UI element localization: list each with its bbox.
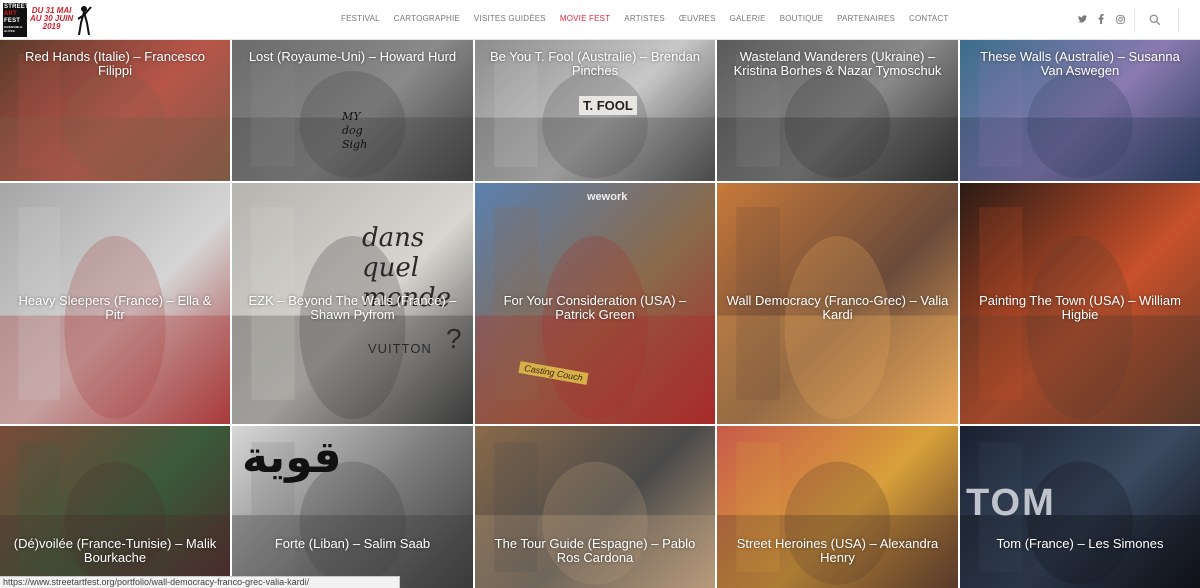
- artwork-text: قوية: [242, 432, 342, 483]
- film-title: Wall Democracy (Franco-Grec) – Valia Kar…: [726, 293, 949, 322]
- logo-line-fest: FEST: [4, 18, 21, 24]
- film-title: Painting The Town (USA) – William Higbie: [979, 293, 1181, 322]
- film-title: (Dé)voilée (France-Tunisie) – Malik Bour…: [13, 536, 217, 565]
- film-tile[interactable]: wework Casting Couch For Your Consideratio…: [475, 183, 715, 424]
- film-title: Forte (Liban) – Salim Saab: [274, 536, 431, 551]
- film-tile[interactable]: Heavy Sleepers (France) – Ella & Pitr: [0, 183, 230, 424]
- artwork-text: ?: [446, 323, 462, 354]
- film-title: Street Heroines (USA) – Alexandra Henry: [736, 536, 939, 565]
- film-tile[interactable]: قوية Forte (Liban) – Salim Saab: [232, 426, 473, 588]
- film-tile[interactable]: These Walls (Australie) – Susanna Van As…: [960, 40, 1200, 181]
- logo-line-art: ART: [4, 11, 17, 17]
- instagram-icon[interactable]: [1115, 13, 1125, 25]
- artwork-text: MY dog Sigh: [342, 110, 368, 151]
- nav-item-uvres[interactable]: ŒUVRES: [679, 14, 716, 24]
- facebook-icon[interactable]: [1096, 13, 1106, 25]
- browser-status-url: https://www.streetartfest.org/portfolio/…: [0, 576, 400, 588]
- header-divider: [1178, 8, 1179, 32]
- logo-line-street: STREET: [4, 4, 29, 10]
- logo-year: 2019: [42, 22, 61, 31]
- film-tile[interactable]: dans quel monde VUITTON? EZK – Beyond The …: [232, 183, 473, 424]
- film-tile[interactable]: TOM Tom (France) – Les Simones: [960, 426, 1200, 588]
- film-title: The Tour Guide (Espagne) – Pablo Ros Car…: [494, 536, 696, 565]
- nav-item-artistes[interactable]: ARTISTES: [624, 14, 665, 24]
- film-title: Be You T. Fool (Australie) – Brendan Pin…: [489, 49, 701, 78]
- artwork-text: VUITTON: [368, 341, 432, 356]
- film-title: Lost (Royaume-Uni) – Howard Hurd: [248, 49, 457, 64]
- logo-badge: STREET ART FEST GRENOBLE ALPES: [3, 3, 29, 37]
- social-links: [1077, 13, 1125, 25]
- logo-dates: DU 31 MAI AU 30 JUIN 2019: [30, 7, 73, 31]
- film-tile[interactable]: (Dé)voilée (France-Tunisie) – Malik Bour…: [0, 426, 230, 588]
- film-grid: Red Hands (Italie) – Francesco Filippi MY…: [0, 40, 1200, 588]
- film-tile[interactable]: Street Heroines (USA) – Alexandra Henry: [717, 426, 958, 588]
- film-tile[interactable]: The Tour Guide (Espagne) – Pablo Ros Car…: [475, 426, 715, 588]
- twitter-icon[interactable]: [1077, 13, 1087, 25]
- logo-line-grenoble: GRENOBLE ALPES: [4, 25, 23, 33]
- nav-item-festival[interactable]: FESTIVAL: [341, 14, 380, 24]
- film-tile[interactable]: Red Hands (Italie) – Francesco Filippi: [0, 40, 230, 181]
- site-logo[interactable]: STREET ART FEST GRENOBLE ALPES DU 31 MAI…: [3, 3, 97, 37]
- search-icon[interactable]: [1149, 13, 1163, 27]
- film-title: EZK – Beyond The Walls (France) – Shawn …: [248, 293, 457, 322]
- nav-item-partenaires[interactable]: PARTENAIRES: [837, 14, 895, 24]
- nav-item-cartographie[interactable]: CARTOGRAPHIE: [394, 14, 460, 24]
- artwork-text: wework: [587, 191, 628, 203]
- film-tile[interactable]: Wasteland Wanderers (Ukraine) – Kristina…: [717, 40, 958, 181]
- film-title: Wasteland Wanderers (Ukraine) – Kristina…: [733, 49, 942, 78]
- logo-figure-icon: [77, 6, 92, 36]
- nav-item-boutique[interactable]: BOUTIQUE: [780, 14, 823, 24]
- film-tile[interactable]: MY dog Sigh Lost (Royaume-Uni) – Howard H…: [232, 40, 473, 181]
- nav-item-movie-fest[interactable]: MOVIE FEST: [560, 14, 610, 24]
- nav-item-galerie[interactable]: GALERIE: [730, 14, 766, 24]
- film-title: Red Hands (Italie) – Francesco Filippi: [25, 49, 205, 78]
- film-title: For Your Consideration (USA) – Patrick G…: [503, 293, 687, 322]
- film-title: Heavy Sleepers (France) – Ella & Pitr: [18, 293, 212, 322]
- site-header: STREET ART FEST GRENOBLE ALPES DU 31 MAI…: [0, 0, 1200, 40]
- film-title: These Walls (Australie) – Susanna Van As…: [980, 49, 1180, 78]
- nav-item-contact[interactable]: CONTACT: [909, 14, 948, 24]
- nav-item-visites-guid-es[interactable]: VISITES GUIDÉES: [474, 14, 546, 24]
- artwork-text: TOM: [966, 482, 1056, 524]
- film-tile[interactable]: Painting The Town (USA) – William Higbie: [960, 183, 1200, 424]
- film-tile[interactable]: T. FOOL Be You T. Fool (Australie) – Bren…: [475, 40, 715, 181]
- film-tile[interactable]: Wall Democracy (Franco-Grec) – Valia Kar…: [717, 183, 958, 424]
- main-nav: FESTIVAL CARTOGRAPHIE VISITES GUIDÉES MOVIE…: [341, 14, 963, 24]
- header-divider: [1134, 8, 1135, 32]
- film-title: Tom (France) – Les Simones: [996, 536, 1164, 551]
- artwork-text: T. FOOL: [579, 96, 637, 115]
